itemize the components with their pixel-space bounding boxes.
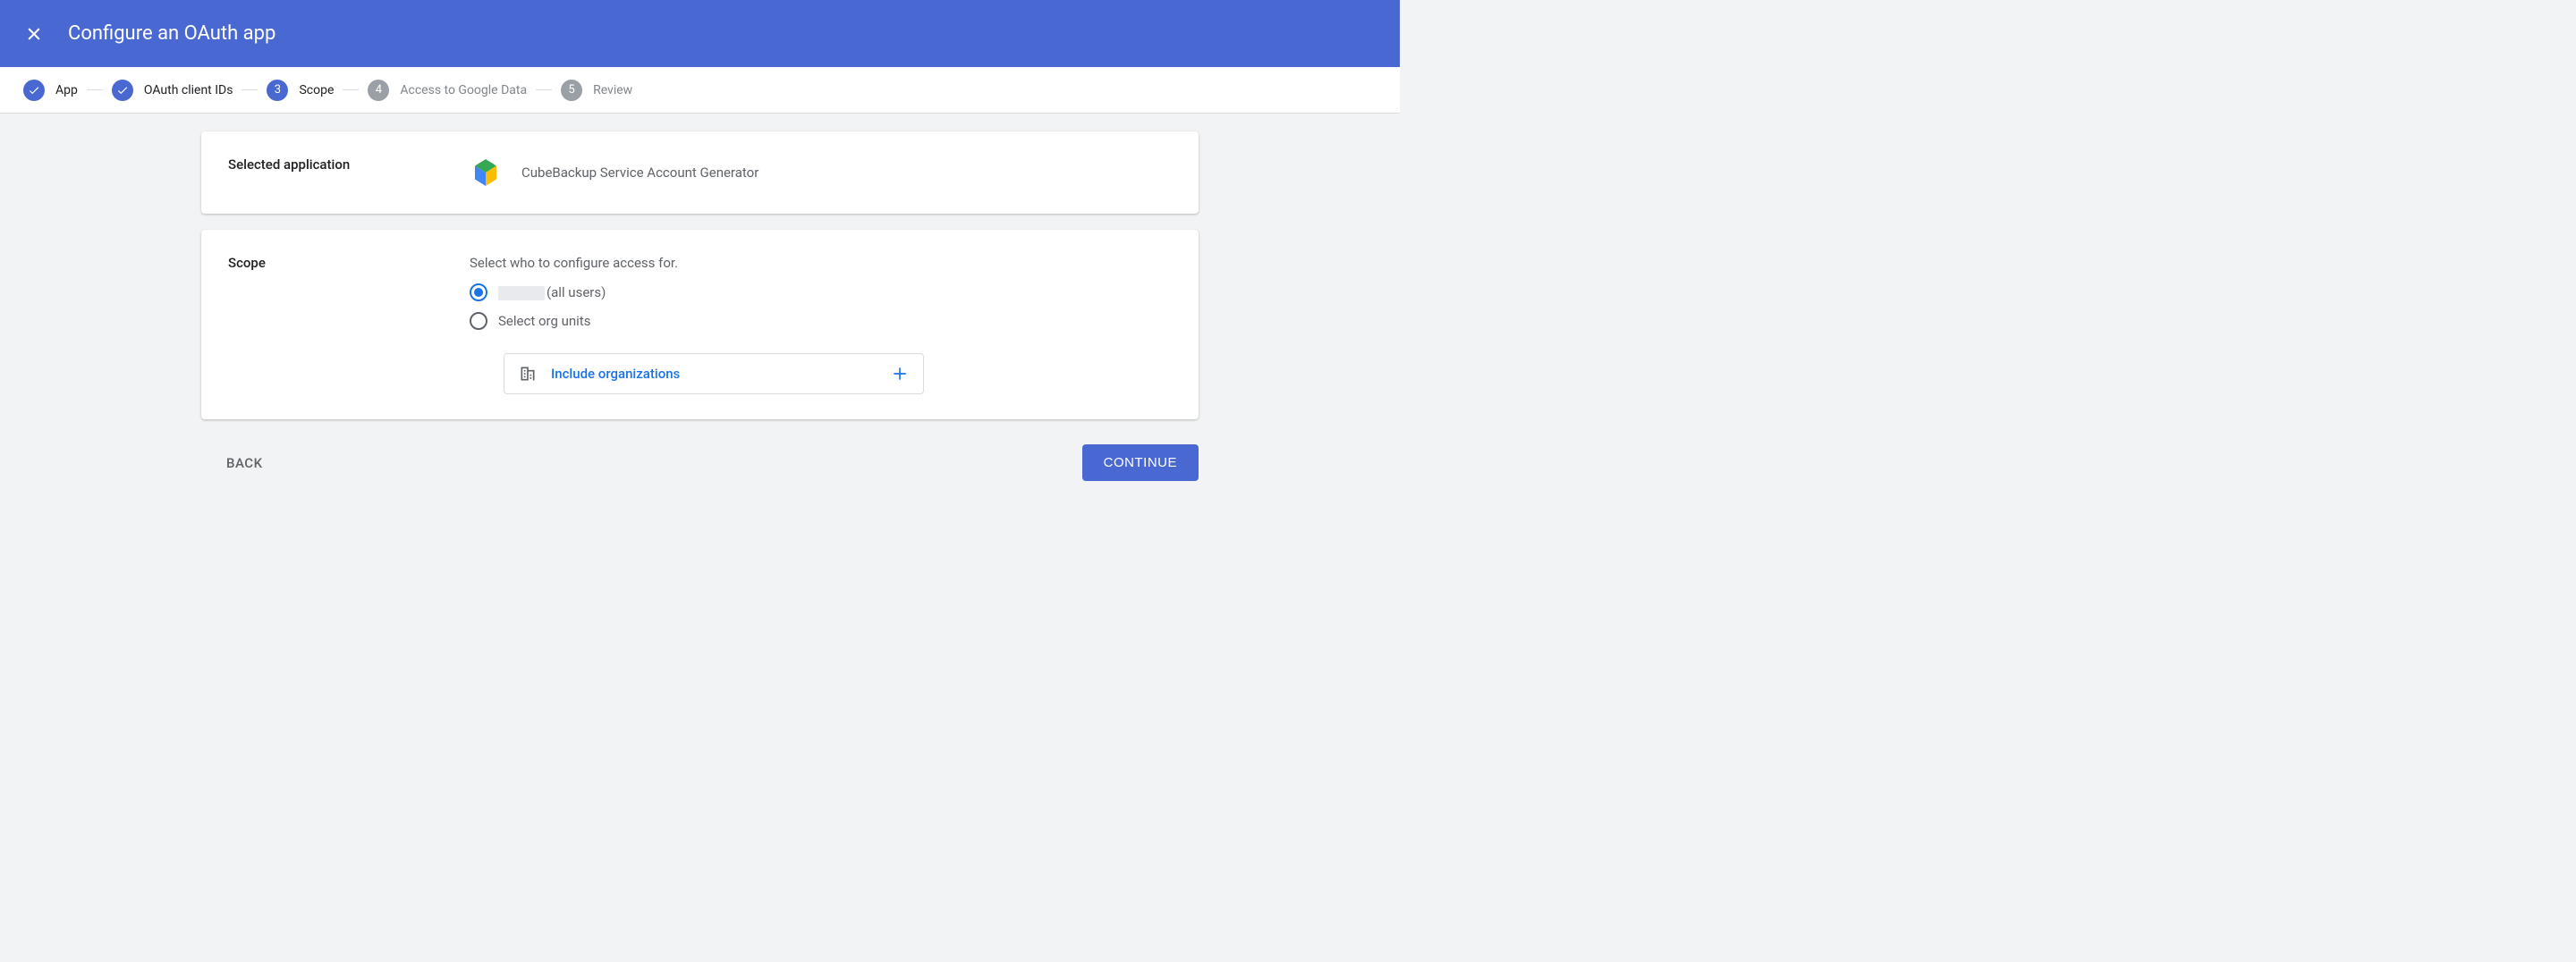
continue-button[interactable]: CONTINUE [1082,444,1199,481]
include-organizations-button[interactable]: Include organizations [504,353,924,394]
step-label: Review [593,83,632,97]
redacted-org-name [498,286,545,300]
radio-icon [470,312,487,330]
check-icon [112,80,133,101]
step-oauth-client-ids[interactable]: OAuth client IDs [112,80,233,101]
selected-application-card: Selected application CubeBackup Service … [201,131,1199,214]
step-number: 5 [561,80,582,101]
step-number: 3 [267,80,288,101]
scope-hint: Select who to configure access for. [470,255,1172,271]
step-access-google-data: 4 Access to Google Data [368,80,527,101]
step-number: 4 [368,80,389,101]
include-organizations-label: Include organizations [551,366,877,382]
connector [536,89,552,90]
radio-org-units-label: Select org units [498,313,590,329]
page-title: Configure an OAuth app [68,22,275,45]
radio-all-users-label: (all users) [498,284,606,300]
content-area: Selected application CubeBackup Service … [0,114,1400,508]
step-label: OAuth client IDs [144,83,233,97]
selected-app-name: CubeBackup Service Account Generator [521,165,758,181]
close-icon[interactable] [25,25,43,43]
step-app[interactable]: App [23,80,78,101]
wizard-stepper: App OAuth client IDs 3 Scope 4 Access to… [0,67,1400,114]
radio-icon [470,283,487,301]
scope-label: Scope [228,255,470,394]
step-label: App [55,83,78,97]
app-logo-icon [470,156,502,189]
check-icon [23,80,45,101]
radio-all-users[interactable]: (all users) [470,283,1172,301]
page-header: Configure an OAuth app [0,0,1400,67]
scope-card: Scope Select who to configure access for… [201,230,1199,419]
wizard-footer: BACK CONTINUE [201,435,1199,481]
selected-app-label: Selected application [228,156,470,189]
building-icon [519,365,537,383]
plus-icon [891,365,909,383]
step-label: Access to Google Data [400,83,527,97]
connector [87,89,103,90]
connector [343,89,359,90]
connector [242,89,258,90]
back-button[interactable]: BACK [201,446,288,480]
step-review: 5 Review [561,80,632,101]
radio-select-org-units[interactable]: Select org units [470,312,1172,330]
step-scope[interactable]: 3 Scope [267,80,334,101]
step-label: Scope [299,83,334,97]
